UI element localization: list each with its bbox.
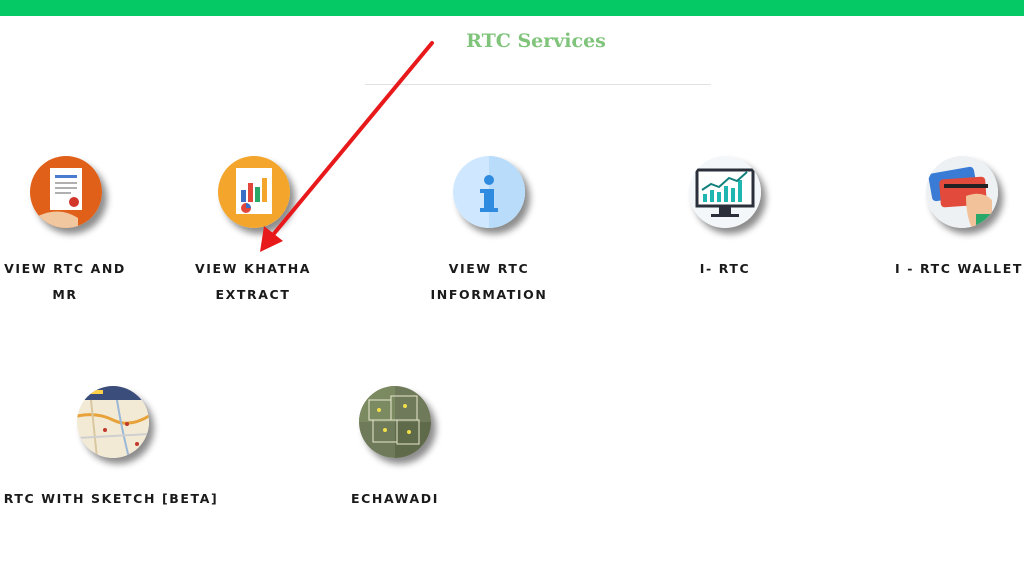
service-label: VIEW RTC AND MR [4,261,126,302]
service-label: I- RTC [699,261,751,276]
wallet-cards-icon [926,156,998,228]
service-echawadi[interactable]: ECHAWADI [330,380,460,520]
info-icon [453,156,525,228]
service-rtc-with-sketch-beta[interactable]: RTC WITH SKETCH [BETA] [0,380,222,520]
service-label: ECHAWADI [350,491,439,506]
service-i-rtc[interactable]: I- RTC [660,150,790,310]
title-divider [365,84,711,85]
service-label: RTC WITH SKETCH [BETA] [3,491,219,506]
service-label: VIEW KHATHA EXTRACT [194,261,312,302]
satellite-map-icon [359,386,431,458]
page-title: RTC Services [466,30,606,52]
service-label: VIEW RTC INFORMATION [430,261,548,302]
service-i-rtc-wallet[interactable]: I - RTC WALLET [894,150,1024,310]
service-view-rtc-and-mr[interactable]: VIEW RTC AND MR [0,150,130,310]
service-label: I - RTC WALLET [895,261,1023,276]
service-view-rtc-information[interactable]: VIEW RTC INFORMATION [420,150,558,310]
service-view-khatha-extract[interactable]: VIEW KHATHA EXTRACT [185,150,321,310]
top-accent-bar [0,0,1024,16]
document-certificate-icon [30,156,102,228]
map-icon [77,386,149,458]
report-chart-icon [218,156,290,228]
monitor-chart-icon [689,156,761,228]
